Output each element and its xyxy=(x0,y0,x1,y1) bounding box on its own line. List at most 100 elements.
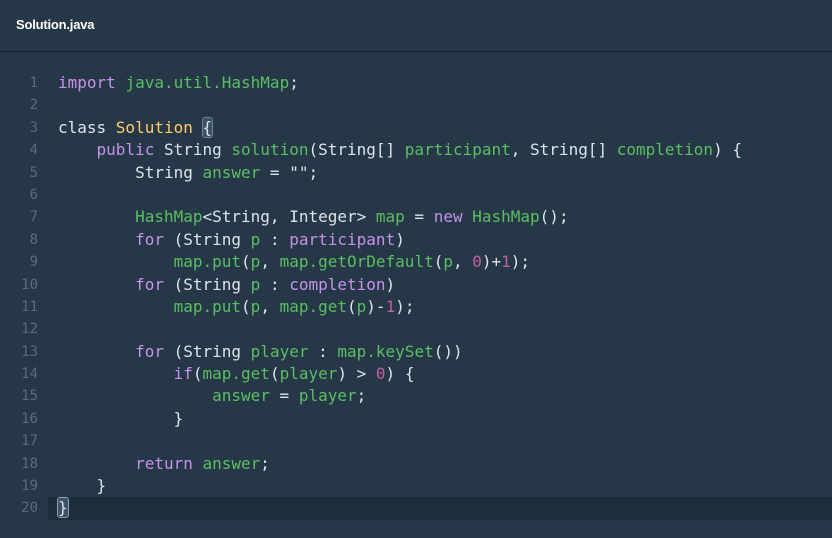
code-token: answer xyxy=(212,386,270,406)
code-token: participant xyxy=(404,140,511,160)
code-line[interactable]: 12 xyxy=(0,318,832,340)
code-token: (String xyxy=(163,341,251,361)
code-token: answer xyxy=(202,162,261,182)
code-line[interactable]: 8 for (String p : participant) xyxy=(0,229,832,251)
code-line[interactable]: 14 if(map.get(player) > 0) { xyxy=(0,363,832,385)
code-text: answer = player; xyxy=(58,385,366,407)
code-token: ); xyxy=(395,296,415,316)
code-text: } xyxy=(57,497,69,519)
code-text: for (String p : completion) xyxy=(58,274,395,296)
code-token: ); xyxy=(510,252,531,272)
code-token: p xyxy=(443,252,453,272)
code-token: map xyxy=(375,207,405,227)
code-token: String xyxy=(58,162,203,182)
code-token: ; xyxy=(308,162,319,182)
line-number: 15 xyxy=(21,388,38,405)
file-tab-solution-java[interactable]: Solution.java xyxy=(16,17,95,32)
code-token: map.put xyxy=(173,296,242,316)
code-token: for xyxy=(135,274,164,294)
code-token: map.get xyxy=(202,364,270,384)
code-token: new xyxy=(433,207,473,227)
code-token: ( xyxy=(192,364,203,384)
code-line[interactable]: 1 import java.util.HashMap; xyxy=(0,72,832,94)
code-editor[interactable]: 1 import java.util.HashMap; 2 3 class Soluti… xyxy=(0,53,832,538)
code-token: ; xyxy=(260,453,270,473)
code-token: ) { xyxy=(385,364,415,384)
code-token: String xyxy=(163,140,232,160)
line-number: 2 xyxy=(29,97,38,114)
code-token: <String, Integer> xyxy=(202,207,376,227)
line-number: 6 xyxy=(29,186,38,203)
code-token: , String[] xyxy=(510,140,617,160)
code-token: = xyxy=(404,207,434,227)
code-text: map.put(p, map.getOrDefault(p, 0)+1); xyxy=(58,251,530,273)
code-token: ) { xyxy=(713,140,742,160)
code-line[interactable]: 4 public String solution(String[] partic… xyxy=(0,139,832,161)
code-line[interactable]: 9 map.put(p, map.getOrDefault(p, 0)+1); xyxy=(0,251,832,273)
code-token: ( xyxy=(433,252,444,272)
code-token: java.util.HashMap xyxy=(125,73,290,92)
code-area[interactable]: 1 import java.util.HashMap; 2 3 class Soluti… xyxy=(0,72,832,520)
code-token: } xyxy=(58,476,107,496)
code-line[interactable]: 3 class Solution { xyxy=(0,116,832,139)
code-line[interactable]: 16 } xyxy=(0,408,832,430)
code-token: HashMap xyxy=(135,207,203,227)
code-line[interactable]: 5 String answer = ""; xyxy=(0,162,832,184)
line-number: 17 xyxy=(21,433,38,450)
code-token: = xyxy=(269,386,299,406)
code-token: ) xyxy=(385,274,396,294)
code-token: Solution xyxy=(115,117,203,137)
code-token: map.getOrDefault xyxy=(279,252,434,272)
code-token: import xyxy=(58,73,126,92)
code-line[interactable]: 7 HashMap<String, Integer> map = new Has… xyxy=(0,206,832,228)
code-text: import java.util.HashMap; xyxy=(58,72,299,94)
code-text: if(map.get(player) > 0) { xyxy=(58,363,415,385)
editor-tab-bar: Solution.java xyxy=(0,0,832,52)
code-token: player xyxy=(279,364,338,384)
line-number: 16 xyxy=(21,410,38,427)
code-text: return answer; xyxy=(58,453,270,475)
code-token: answer xyxy=(202,453,261,473)
code-token: player xyxy=(250,341,309,361)
code-token: : xyxy=(260,274,290,294)
code-line[interactable]: 13 for (String player : map.keySet()) xyxy=(0,341,832,363)
code-line[interactable]: 2 xyxy=(0,94,832,116)
code-token: p xyxy=(250,296,261,316)
code-token: 0 xyxy=(472,252,482,272)
code-text: String answer = ""; xyxy=(58,162,318,184)
code-token: ) xyxy=(395,229,405,249)
code-token: , xyxy=(260,252,280,272)
line-number: 7 xyxy=(29,209,38,226)
code-token: if xyxy=(173,364,193,384)
code-token: 0 xyxy=(375,364,386,384)
code-token: return xyxy=(135,453,203,473)
code-token: (String[] xyxy=(308,140,405,160)
code-line[interactable]: 20} xyxy=(0,497,832,520)
code-token: } xyxy=(57,497,69,519)
code-token: for xyxy=(135,341,164,361)
code-line[interactable]: 15 answer = player; xyxy=(0,385,832,407)
code-token: 1 xyxy=(501,252,511,272)
code-line[interactable]: 19 } xyxy=(0,475,832,497)
code-token: ) > xyxy=(337,364,376,384)
code-line[interactable]: 6 xyxy=(0,184,832,206)
code-token: solution xyxy=(231,140,309,160)
code-token: HashMap xyxy=(472,207,540,227)
code-line[interactable]: 18 return answer; xyxy=(0,453,832,475)
code-token: for xyxy=(135,229,164,249)
code-line[interactable]: 11 map.put(p, map.get(p)-1); xyxy=(0,296,832,318)
line-number: 4 xyxy=(29,142,38,159)
code-token: )- xyxy=(366,296,386,316)
code-line[interactable]: 10 for (String p : completion) xyxy=(0,274,832,296)
code-token: (String xyxy=(163,229,251,249)
code-line[interactable]: 17 xyxy=(0,430,832,452)
code-token: participant xyxy=(289,229,396,249)
code-token: : xyxy=(260,229,290,249)
code-token: p xyxy=(250,252,261,272)
code-text: map.put(p, map.get(p)-1); xyxy=(58,296,415,318)
line-number: 8 xyxy=(29,231,38,248)
code-token: ( xyxy=(241,252,251,272)
